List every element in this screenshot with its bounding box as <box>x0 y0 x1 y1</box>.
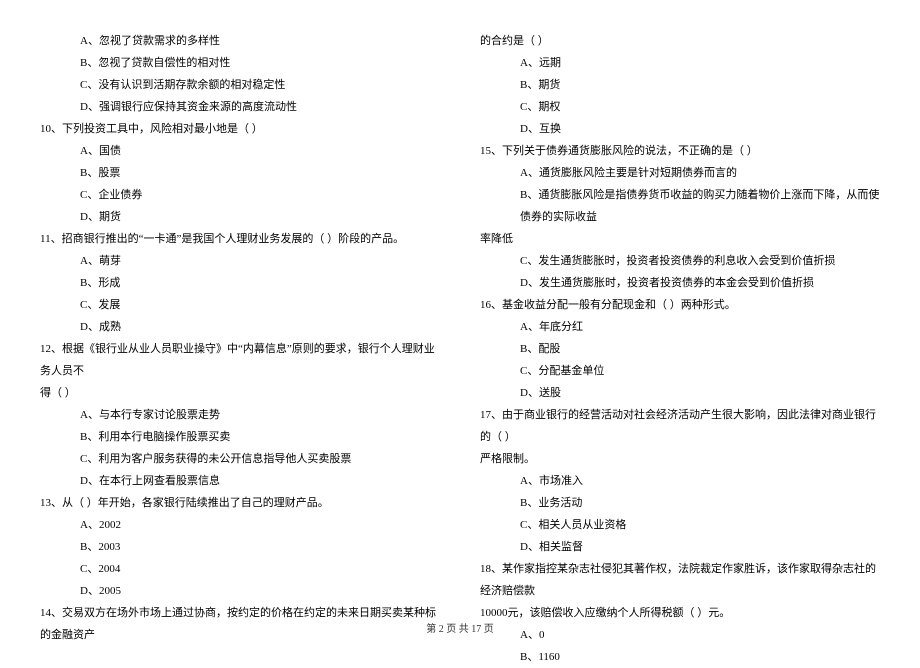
option: A、国债 <box>40 140 440 162</box>
question-13: 13、从（ ）年开始，各家银行陆续推出了自己的理财产品。 <box>40 492 440 514</box>
option: B、2003 <box>40 536 440 558</box>
option: B、业务活动 <box>480 492 880 514</box>
option: B、股票 <box>40 162 440 184</box>
option: B、配股 <box>480 338 880 360</box>
option: A、年底分红 <box>480 316 880 338</box>
option: A、远期 <box>480 52 880 74</box>
option: D、发生通货膨胀时，投资者投资债券的本金会受到价值折损 <box>480 272 880 294</box>
option: C、期权 <box>480 96 880 118</box>
option: C、发展 <box>40 294 440 316</box>
right-column: 的合约是（ ） A、远期 B、期货 C、期权 D、互换 15、下列关于债券通货膨… <box>460 30 880 620</box>
option: C、分配基金单位 <box>480 360 880 382</box>
question-12-cont: 得（ ） <box>40 382 440 404</box>
option: C、2004 <box>40 558 440 580</box>
option: A、萌芽 <box>40 250 440 272</box>
option: C、利用为客户服务获得的未公开信息指导他人买卖股票 <box>40 448 440 470</box>
question-15: 15、下列关于债券通货膨胀风险的说法，不正确的是（ ） <box>480 140 880 162</box>
question-16: 16、基金收益分配一般有分配现金和（ ）两种形式。 <box>480 294 880 316</box>
option: D、在本行上网查看股票信息 <box>40 470 440 492</box>
option: C、没有认识到活期存款余额的相对稳定性 <box>40 74 440 96</box>
option-cont: 率降低 <box>480 228 880 250</box>
option: C、发生通货膨胀时，投资者投资债券的利息收入会受到价值折损 <box>480 250 880 272</box>
option: C、企业债券 <box>40 184 440 206</box>
option: D、成熟 <box>40 316 440 338</box>
option: B、忽视了贷款自偿性的相对性 <box>40 52 440 74</box>
option: D、互换 <box>480 118 880 140</box>
question-17: 17、由于商业银行的经营活动对社会经济活动产生很大影响，因此法律对商业银行的（ … <box>480 404 880 448</box>
left-column: A、忽视了贷款需求的多样性 B、忽视了贷款自偿性的相对性 C、没有认识到活期存款… <box>40 30 460 620</box>
question-11: 11、招商银行推出的“一卡通”是我国个人理财业务发展的（ ）阶段的产品。 <box>40 228 440 250</box>
option: C、相关人员从业资格 <box>480 514 880 536</box>
question-17-cont: 严格限制。 <box>480 448 880 470</box>
question-10: 10、下列投资工具中，风险相对最小地是（ ） <box>40 118 440 140</box>
option: A、通货膨胀风险主要是针对短期债券而言的 <box>480 162 880 184</box>
option: B、期货 <box>480 74 880 96</box>
question-14-cont: 的合约是（ ） <box>480 30 880 52</box>
option: D、期货 <box>40 206 440 228</box>
option: A、2002 <box>40 514 440 536</box>
page-container: A、忽视了贷款需求的多样性 B、忽视了贷款自偿性的相对性 C、没有认识到活期存款… <box>0 0 920 650</box>
question-12: 12、根据《银行业从业人员职业操守》中“内幕信息”原则的要求，银行个人理财业务人… <box>40 338 440 382</box>
option: A、市场准入 <box>480 470 880 492</box>
option: B、1160 <box>480 646 880 668</box>
option: B、通货膨胀风险是指债券货币收益的购买力随着物价上涨而下降，从而使债券的实际收益 <box>480 184 880 228</box>
option: B、形成 <box>40 272 440 294</box>
question-18: 18、某作家指控某杂志社侵犯其著作权，法院裁定作家胜诉，该作家取得杂志社的经济赔… <box>480 558 880 602</box>
option: D、送股 <box>480 382 880 404</box>
option: A、与本行专家讨论股票走势 <box>40 404 440 426</box>
option: D、强调银行应保持其资金来源的高度流动性 <box>40 96 440 118</box>
option: B、利用本行电脑操作股票买卖 <box>40 426 440 448</box>
option: D、2005 <box>40 580 440 602</box>
option: A、忽视了贷款需求的多样性 <box>40 30 440 52</box>
page-footer: 第 2 页 共 17 页 <box>0 620 920 635</box>
option: D、相关监督 <box>480 536 880 558</box>
